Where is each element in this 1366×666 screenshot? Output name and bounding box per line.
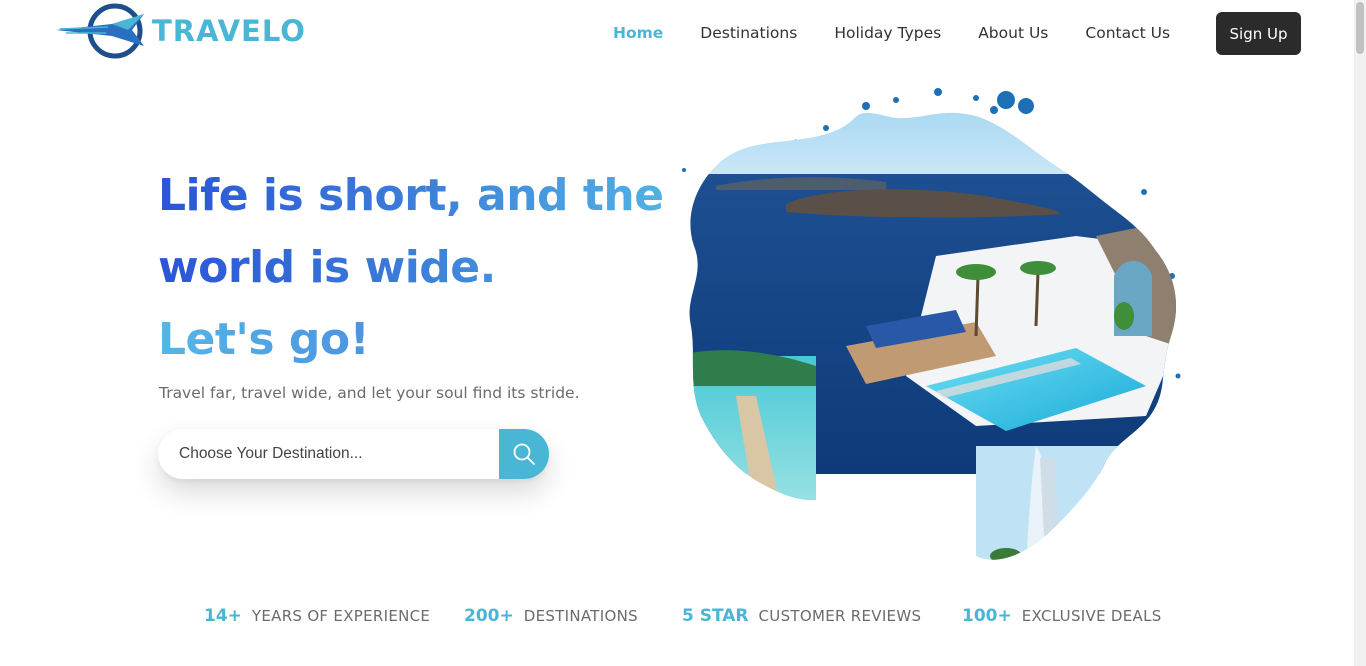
hero-headline: Life is short, and the world is wide. Le…	[158, 160, 678, 376]
nav-contact-us[interactable]: Contact Us	[1085, 24, 1170, 42]
nav-holiday-types[interactable]: Holiday Types	[834, 24, 941, 42]
destination-search	[158, 429, 549, 479]
stat-label: YEARS OF EXPERIENCE	[251, 607, 431, 625]
nav-about-us[interactable]: About Us	[978, 24, 1048, 42]
stat-number: 5 STAR	[682, 606, 749, 626]
stats-bar: 14+ YEARS OF EXPERIENCE 200+ DESTINATION…	[0, 606, 1354, 632]
search-button[interactable]	[499, 429, 549, 479]
stat-deals: 100+ EXCLUSIVE DEALS	[962, 606, 1162, 626]
hero-subtitle: Travel far, travel wide, and let your so…	[159, 384, 580, 402]
headline-line-3: Let's go!	[158, 304, 678, 376]
stat-reviews: 5 STAR CUSTOMER REVIEWS	[682, 606, 921, 626]
destination-search-input[interactable]	[158, 429, 499, 479]
brand-name: TRAVELO	[152, 14, 306, 48]
plane-logo-icon	[56, 3, 144, 59]
headline-line-2: world is wide.	[158, 232, 678, 304]
hero-collage-image	[676, 86, 1196, 576]
nav-destinations[interactable]: Destinations	[700, 24, 797, 42]
stat-number: 14+	[204, 606, 242, 626]
headline-line-1: Life is short, and the	[158, 160, 678, 232]
site-header: TRAVELO Home Destinations Holiday Types …	[0, 0, 1354, 66]
page-scrollbar[interactable]	[1354, 0, 1366, 666]
main-nav: Home Destinations Holiday Types About Us…	[600, 12, 1207, 54]
nav-home[interactable]: Home	[613, 24, 663, 42]
search-icon	[513, 443, 535, 465]
stat-label: EXCLUSIVE DEALS	[1021, 607, 1162, 625]
stat-number: 200+	[464, 606, 514, 626]
scrollbar-thumb[interactable]	[1356, 2, 1364, 54]
stat-experience: 14+ YEARS OF EXPERIENCE	[204, 606, 430, 626]
stat-label: CUSTOMER REVIEWS	[758, 607, 922, 625]
sign-up-button[interactable]: Sign Up	[1216, 12, 1301, 55]
brand-logo[interactable]: TRAVELO	[56, 2, 306, 60]
stat-destinations: 200+ DESTINATIONS	[464, 606, 638, 626]
stat-number: 100+	[962, 606, 1012, 626]
stat-label: DESTINATIONS	[523, 607, 638, 625]
